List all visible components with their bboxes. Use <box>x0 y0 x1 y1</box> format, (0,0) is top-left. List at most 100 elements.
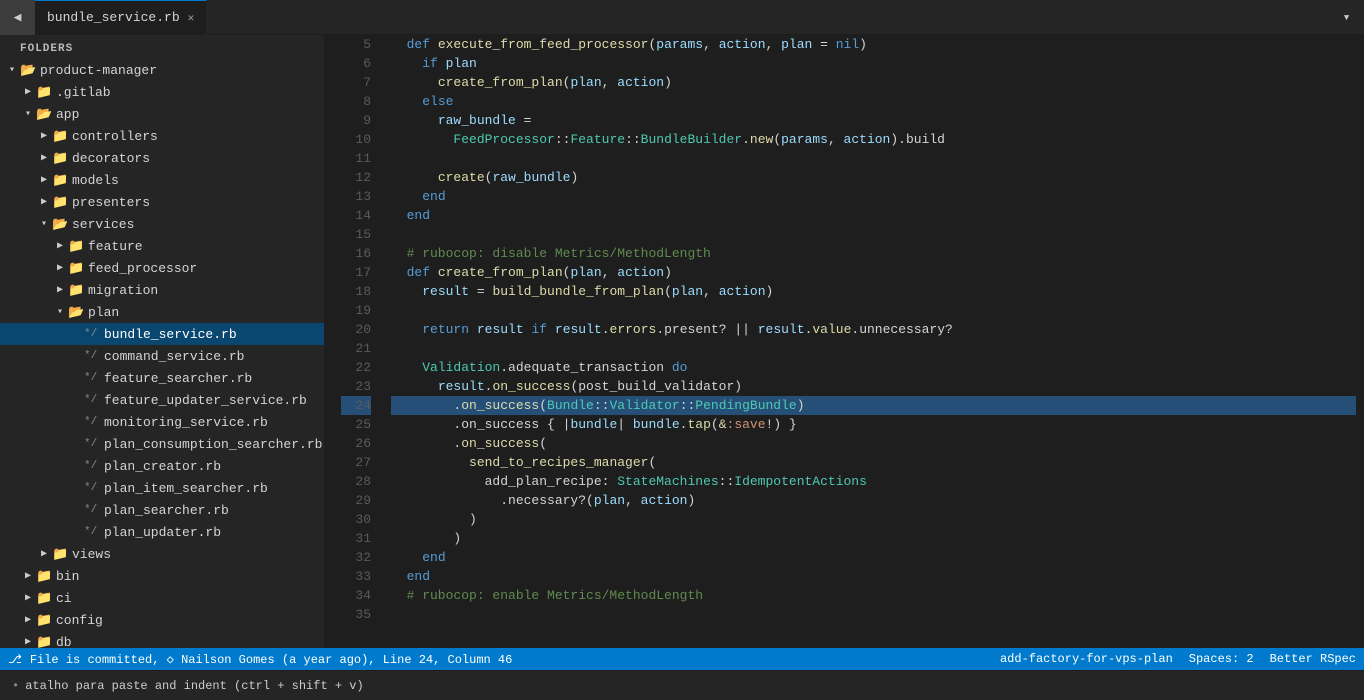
tree-item-bin[interactable]: ▶📁bin <box>0 565 324 587</box>
code-line-15 <box>391 225 1356 244</box>
tree-item-feature[interactable]: ▶📁feature <box>0 235 324 257</box>
folder-icon-product-manager: 📂 <box>20 63 36 78</box>
tree-item-plan_creator_rb[interactable]: */plan_creator.rb <box>0 455 324 477</box>
tree-label-app: app <box>56 107 79 122</box>
branch-right: add-factory-for-vps-plan <box>1000 652 1173 666</box>
tree-label-ci: ci <box>56 591 72 606</box>
code-line-33: end <box>391 567 1356 586</box>
tree-item-controllers[interactable]: ▶📁controllers <box>0 125 324 147</box>
file-icon-feature_searcher_rb: */ <box>84 372 100 384</box>
code-line-30: ) <box>391 510 1356 529</box>
folder-arrow-decorators: ▶ <box>36 152 52 164</box>
tree-label-controllers: controllers <box>72 129 158 144</box>
folder-icon-decorators: 📁 <box>52 151 68 166</box>
file-icon-monitoring_service_rb: */ <box>84 416 100 428</box>
tree-label-presenters: presenters <box>72 195 150 210</box>
folder-arrow-db: ▶ <box>20 636 36 648</box>
language: Better RSpec <box>1270 652 1356 666</box>
tree-item-plan_item_searcher_rb[interactable]: */plan_item_searcher.rb <box>0 477 324 499</box>
tab-bundle-service[interactable]: bundle_service.rb ✕ <box>35 0 207 35</box>
folder-arrow-plan: ▾ <box>52 306 68 318</box>
sidebar: FOLDERS ▾📂product-manager▶📁.gitlab▾📂app▶… <box>0 35 325 648</box>
hint-text: atalho para paste and indent (ctrl + shi… <box>25 679 363 693</box>
tree-label-models: models <box>72 173 119 188</box>
tree-item-plan_searcher_rb[interactable]: */ plan_searcher.rb <box>0 499 324 521</box>
code-line-21 <box>391 339 1356 358</box>
tree-item-config[interactable]: ▶📁config <box>0 609 324 631</box>
folder-icon-feed_processor: 📁 <box>68 261 84 276</box>
tree-item-bundle_service_rb[interactable]: */ bundle_service.rb <box>0 323 324 345</box>
code-line-24: .on_success(Bundle::Validator::PendingBu… <box>391 396 1356 415</box>
tree-item-db[interactable]: ▶📁db <box>0 631 324 648</box>
tree-item-ci[interactable]: ▶📁ci <box>0 587 324 609</box>
code-line-6: if plan <box>391 54 1356 73</box>
code-line-13: end <box>391 187 1356 206</box>
folder-icon-views: 📁 <box>52 547 68 562</box>
code-line-23: result.on_success(post_build_validator) <box>391 377 1356 396</box>
folder-arrow-views: ▶ <box>36 548 52 560</box>
tree-label-feed_processor: feed_processor <box>88 261 197 276</box>
tree-item-models[interactable]: ▶📁models <box>0 169 324 191</box>
tree-label-plan_updater_rb: plan_updater.rb <box>104 525 221 540</box>
folder-icon-presenters: 📁 <box>52 195 68 210</box>
code-line-16: # rubocop: disable Metrics/MethodLength <box>391 244 1356 263</box>
tree-label-views: views <box>72 547 111 562</box>
folder-arrow-presenters: ▶ <box>36 196 52 208</box>
tree-item-presenters[interactable]: ▶📁 presenters <box>0 191 324 213</box>
tree-item-migration[interactable]: ▶📁migration <box>0 279 324 301</box>
folder-icon-gitlab: 📁 <box>36 85 52 100</box>
tree-item-services[interactable]: ▾📂services <box>0 213 324 235</box>
tree-label-plan_searcher_rb: plan_searcher.rb <box>104 503 229 518</box>
tree-item-plan_consumption_searcher_rb[interactable]: */ plan_consumption_searcher.rb <box>0 433 324 455</box>
folder-icon-config: 📁 <box>36 613 52 628</box>
tree-label-bin: bin <box>56 569 79 584</box>
file-tree: ▾📂product-manager▶📁.gitlab▾📂app▶📁control… <box>0 59 324 648</box>
folder-icon-app: 📂 <box>36 107 52 122</box>
file-icon-plan_consumption_searcher_rb: */ <box>84 438 100 450</box>
tree-item-views[interactable]: ▶📁 views <box>0 543 324 565</box>
tree-item-product-manager[interactable]: ▾📂product-manager <box>0 59 324 81</box>
hint-bar: • atalho para paste and indent (ctrl + s… <box>0 670 1364 700</box>
folder-icon-services: 📂 <box>52 217 68 232</box>
tab-dropdown[interactable]: ▾ <box>1329 0 1364 35</box>
folder-arrow-gitlab: ▶ <box>20 86 36 98</box>
tree-label-bundle_service_rb: bundle_service.rb <box>104 327 237 342</box>
tree-item-app[interactable]: ▾📂 app <box>0 103 324 125</box>
tree-item-plan[interactable]: ▾📂plan <box>0 301 324 323</box>
file-icon-plan_creator_rb: */ <box>84 460 100 472</box>
code-line-32: end <box>391 548 1356 567</box>
tree-item-plan_updater_rb[interactable]: */plan_updater.rb <box>0 521 324 543</box>
tree-item-feature_updater_service_rb[interactable]: */feature_updater_service.rb <box>0 389 324 411</box>
tree-label-config: config <box>56 613 103 628</box>
tab-close-button[interactable]: ✕ <box>188 11 195 25</box>
file-icon-command_service_rb: */ <box>84 350 100 362</box>
tree-label-plan_consumption_searcher_rb: plan_consumption_searcher.rb <box>104 437 322 452</box>
tree-label-gitlab: .gitlab <box>56 85 111 100</box>
tree-label-decorators: decorators <box>72 151 150 166</box>
tab-label: bundle_service.rb <box>47 10 180 25</box>
tree-item-command_service_rb[interactable]: */command_service.rb <box>0 345 324 367</box>
code-line-28: add_plan_recipe: StateMachines::Idempote… <box>391 472 1356 491</box>
tree-item-feature_searcher_rb[interactable]: */ feature_searcher.rb <box>0 367 324 389</box>
code-line-27: send_to_recipes_manager( <box>391 453 1356 472</box>
tree-item-monitoring_service_rb[interactable]: */ monitoring_service.rb <box>0 411 324 433</box>
code-content[interactable]: def execute_from_feed_processor(params, … <box>383 35 1364 648</box>
tree-item-gitlab[interactable]: ▶📁 .gitlab <box>0 81 324 103</box>
folder-arrow-migration: ▶ <box>52 284 68 296</box>
folder-arrow-app: ▾ <box>20 108 36 120</box>
tree-item-feed_processor[interactable]: ▶📁feed_processor <box>0 257 324 279</box>
file-icon-bundle_service_rb: */ <box>84 328 100 340</box>
code-line-17: def create_from_plan(plan, action) <box>391 263 1356 282</box>
commit-status: File is committed, ◇ Nailson Gomes (a ye… <box>30 652 513 667</box>
code-line-22: Validation.adequate_transaction do <box>391 358 1356 377</box>
code-area[interactable]: 5678910111213141516171819202122232425262… <box>325 35 1364 648</box>
folder-arrow-bin: ▶ <box>20 570 36 582</box>
folder-icon-plan: 📂 <box>68 305 84 320</box>
tree-label-feature_searcher_rb: feature_searcher.rb <box>104 371 252 386</box>
folder-arrow-services: ▾ <box>36 218 52 230</box>
file-icon-plan_searcher_rb: */ <box>84 504 100 516</box>
tree-label-monitoring_service_rb: monitoring_service.rb <box>104 415 268 430</box>
tree-item-decorators[interactable]: ▶📁 decorators <box>0 147 324 169</box>
tab-arrow-left[interactable]: ◀ <box>0 0 35 35</box>
code-line-5: def execute_from_feed_processor(params, … <box>391 35 1356 54</box>
